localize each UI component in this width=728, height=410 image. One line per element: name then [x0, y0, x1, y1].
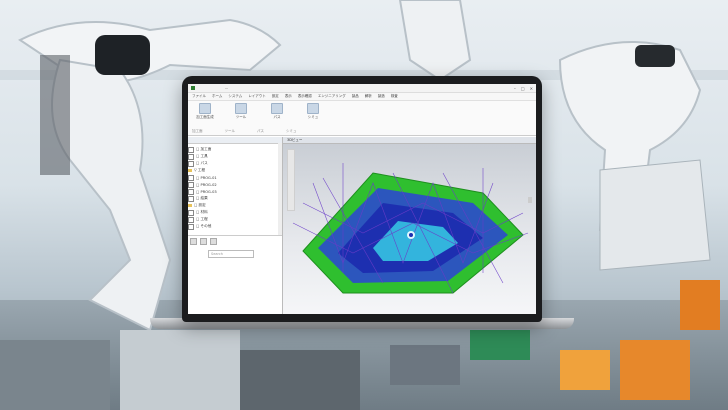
tree-item[interactable]: □ 結果 — [188, 195, 282, 202]
surface-icon — [199, 103, 211, 114]
tree-item-label: ▽ 工程 — [194, 168, 206, 172]
ribbon-group-label: 加工面 — [192, 129, 203, 133]
tree-item[interactable]: □ 加工面 — [188, 146, 282, 153]
sim-icon — [307, 103, 319, 114]
tab-icon[interactable] — [210, 238, 217, 245]
panel-tabs — [190, 238, 217, 245]
checkbox-icon — [188, 181, 194, 188]
laptop-screen: ... – □ ✕ ファイル ホーム システム レイアウト 設定 表示 表示確認… — [188, 84, 536, 314]
menu-item[interactable]: 設定 — [272, 94, 279, 99]
checkbox-icon — [188, 216, 194, 223]
ribbon-group-labels: 加工面 ツール パス シミュ — [192, 129, 297, 134]
viewport-scroll[interactable] — [528, 197, 532, 203]
search-input[interactable]: Search — [208, 250, 254, 258]
ribbon-group-label: ツール — [224, 129, 236, 133]
window-titlebar: ... – □ ✕ — [188, 84, 536, 93]
tree-item[interactable]: □ その他 — [188, 223, 282, 230]
tree-item-label: □ 材料 — [196, 210, 208, 214]
ribbon-button-sim[interactable]: シミュ — [300, 103, 326, 120]
checkbox-icon — [188, 174, 194, 181]
menu-item[interactable]: ファイル — [192, 94, 206, 99]
tree-item-label: □ その他 — [196, 224, 212, 228]
menu-item[interactable]: 製造 — [378, 94, 385, 99]
menu-item[interactable]: 表示確認 — [298, 94, 312, 99]
tree-item-label: □ PROG-01 — [196, 175, 217, 180]
ribbon-button-surface[interactable]: 加工面生成 — [192, 103, 218, 120]
tree-item-label: □ 工程 — [196, 217, 208, 221]
menu-item[interactable]: 表示 — [285, 94, 292, 99]
menu-item[interactable]: エンジニアリング — [318, 94, 346, 99]
ribbon-button-path[interactable]: パス — [264, 103, 290, 120]
menu-item[interactable]: ホーム — [212, 94, 222, 99]
tab-icon[interactable] — [190, 238, 197, 245]
toolpath-model — [292, 163, 529, 294]
workspace: □ 加工面 □ 工具 □ パス ▽ 工程 □ PROG-01 □ PROG-02… — [188, 137, 536, 314]
menu-item[interactable]: 製品 — [352, 94, 359, 99]
ribbon-button-tool[interactable]: ツール — [228, 103, 254, 120]
tree-item[interactable]: □ 工程 — [188, 216, 282, 223]
checkbox-icon — [188, 223, 194, 230]
tree-item-label: □ 設定 — [194, 203, 206, 207]
tree-scrollbar[interactable] — [278, 143, 282, 235]
tree-item-label: □ 工具 — [196, 154, 208, 158]
tree-item[interactable]: □ PROG-02 — [188, 181, 282, 188]
tree-item-label: □ 結果 — [196, 196, 208, 200]
checkbox-icon — [188, 153, 194, 160]
tree-item[interactable]: □ パス — [188, 160, 282, 167]
maximize-button[interactable]: □ — [521, 86, 525, 91]
folder-icon — [188, 169, 192, 172]
checkbox-icon — [188, 146, 194, 153]
ribbon-button-label: シミュ — [307, 115, 319, 119]
checkbox-icon — [188, 195, 194, 202]
tree-item[interactable]: ▽ 工程 — [188, 167, 282, 174]
tree-item[interactable]: □ PROG-03 — [188, 188, 282, 195]
folder-icon — [188, 204, 192, 207]
checkbox-icon — [188, 188, 194, 195]
tree-item-label: □ PROG-03 — [196, 189, 217, 194]
tree-item[interactable]: □ 設定 — [188, 202, 282, 209]
tree-item[interactable]: □ PROG-01 — [188, 174, 282, 181]
menu-bar: ファイル ホーム システム レイアウト 設定 表示 表示確認 エンジニアリング … — [188, 93, 536, 101]
laptop: ... – □ ✕ ファイル ホーム システム レイアウト 設定 表示 表示確認… — [182, 76, 542, 322]
tool-icon — [235, 103, 247, 114]
window-title: ... — [225, 86, 229, 90]
tab-icon[interactable] — [200, 238, 207, 245]
app-logo-icon — [191, 86, 195, 90]
3d-viewport[interactable]: 3Dビュー — [283, 137, 536, 314]
checkbox-icon — [188, 160, 194, 167]
menu-item[interactable]: レイアウト — [248, 94, 266, 99]
tree-item[interactable]: □ 工具 — [188, 153, 282, 160]
path-icon — [271, 103, 283, 114]
ribbon-button-label: ツール — [235, 115, 247, 119]
tree-item-label: □ パス — [196, 161, 208, 165]
ribbon-group-label: パス — [257, 129, 264, 133]
ribbon-button-label: 加工面生成 — [196, 115, 214, 119]
ribbon-group-label: シミュ — [286, 129, 297, 133]
menu-item[interactable]: システム — [228, 94, 242, 99]
project-tree-panel: □ 加工面 □ 工具 □ パス ▽ 工程 □ PROG-01 □ PROG-02… — [188, 137, 283, 314]
checkbox-icon — [188, 209, 194, 216]
menu-item[interactable]: 検査 — [391, 94, 398, 99]
ribbon-button-label: パス — [273, 115, 281, 119]
tree-header — [188, 137, 282, 144]
minimize-button[interactable]: – — [514, 86, 516, 91]
tree-item-label: □ PROG-02 — [196, 182, 217, 187]
close-button[interactable]: ✕ — [530, 86, 533, 91]
tree-item-label: □ 加工面 — [196, 147, 212, 151]
tree-bottom-panel: Search — [188, 235, 282, 314]
menu-item[interactable]: 解析 — [365, 94, 372, 99]
tree-item[interactable]: □ 材料 — [188, 209, 282, 216]
